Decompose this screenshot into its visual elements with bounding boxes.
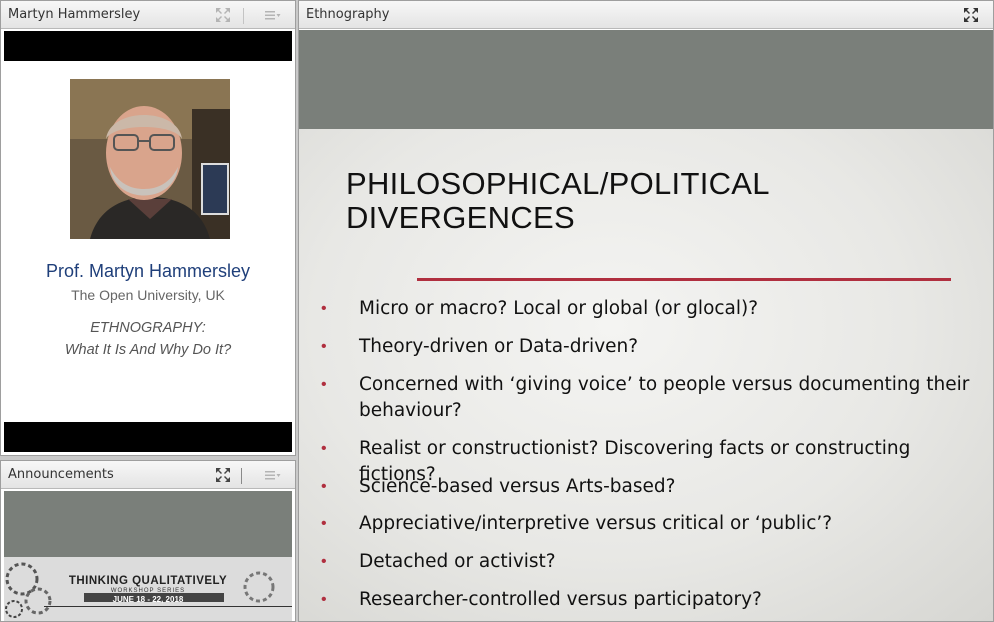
slide-divider [417, 278, 951, 281]
announcements-pod: Announcements THINKING QUALITATIVELY WOR… [0, 460, 296, 622]
slide-content: PHILOSOPHICAL/POLITICAL DIVERGENCES • Mic… [299, 129, 993, 621]
presenter-pod: Martyn Hammersley Prof. Martyn Hammersle… [0, 0, 296, 456]
share-pod: Ethnography PHILOSOPHICAL/POLITICAL DIVE… [298, 0, 994, 622]
bullet-icon: • [321, 338, 327, 355]
banner-date: JUNE 18 - 22, 2018 [112, 595, 184, 604]
bullet-icon: • [321, 478, 327, 495]
header-separator [241, 468, 242, 484]
presenter-pod-header: Martyn Hammersley [1, 1, 295, 29]
talk-subtitle: What It Is And Why Do It? [64, 342, 232, 358]
workshop-banner-image: THINKING QUALITATIVELY WORKSHOP SERIES J… [4, 557, 292, 621]
presenter-photo [70, 79, 230, 239]
pod-menu-icon[interactable] [264, 7, 281, 23]
presenter-card: Prof. Martyn Hammersley The Open Univers… [4, 61, 292, 422]
presenter-affiliation: The Open University, UK [71, 287, 225, 303]
banner-subtitle: WORKSHOP SERIES [110, 588, 186, 594]
share-pod-title: Ethnography [306, 7, 390, 22]
expand-icon[interactable] [215, 467, 231, 483]
bullet-icon: • [321, 440, 327, 457]
slide-header-band [299, 30, 993, 129]
slide-heading: PHILOSOPHICAL/POLITICAL DIVERGENCES [346, 167, 906, 235]
video-letterbox-bottom [4, 422, 292, 452]
presenter-name: Prof. Martyn Hammersley [45, 261, 251, 281]
presenter-pod-title: Martyn Hammersley [8, 7, 141, 22]
bullet-icon: • [321, 591, 327, 608]
header-separator [243, 8, 244, 24]
announcements-band [4, 491, 292, 557]
slide-heading-line-2: DIVERGENCES [346, 200, 575, 235]
banner-title: THINKING QUALITATIVELY [68, 575, 228, 587]
bullet-icon: • [321, 553, 327, 570]
expand-icon[interactable] [963, 7, 979, 23]
announcements-pod-title: Announcements [8, 467, 114, 482]
slide-heading-line-1: PHILOSOPHICAL/POLITICAL [346, 166, 770, 201]
bullet-icon: • [321, 515, 327, 532]
bullet-icon: • [321, 300, 327, 317]
announcements-pod-header: Announcements [1, 461, 295, 489]
bullet-icon: • [321, 376, 327, 393]
share-pod-header: Ethnography [299, 1, 993, 29]
video-letterbox-top [4, 31, 292, 61]
expand-icon[interactable] [215, 7, 231, 23]
talk-title: ETHNOGRAPHY: [90, 320, 206, 336]
pod-menu-icon[interactable] [264, 467, 281, 483]
